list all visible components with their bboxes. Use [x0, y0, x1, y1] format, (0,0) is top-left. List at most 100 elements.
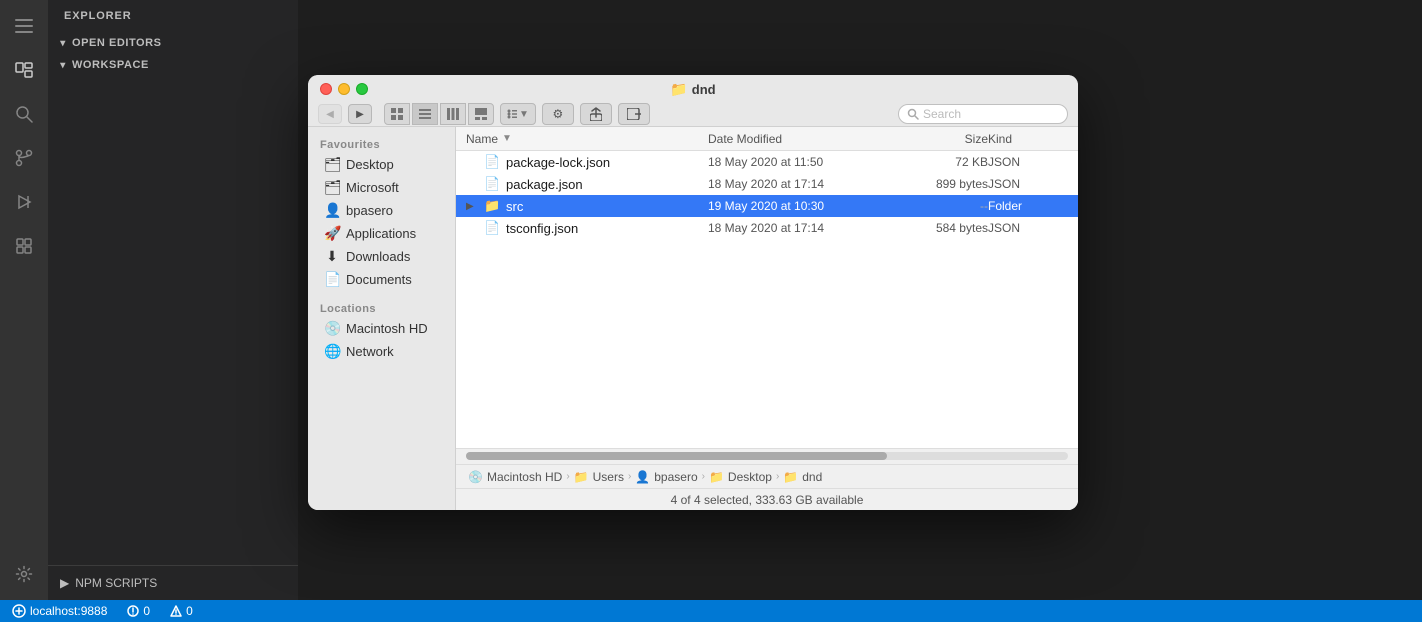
- file-row-src[interactable]: ▶ 📁 src 19 May 2020 at 10:30 -- Folder: [456, 195, 1078, 217]
- applications-icon: 🚀: [324, 225, 340, 242]
- icon-view-button[interactable]: [384, 103, 410, 125]
- sidebar-item-applications[interactable]: 🚀 Applications: [312, 222, 451, 245]
- path-item-users[interactable]: 📁 Users: [574, 470, 624, 484]
- sidebar-bottom: ▶ NPM SCRIPTS: [48, 565, 298, 600]
- sidebar: EXPLORER ▾ OPEN EDITORS ▾ WORKSPACE ▶ NP…: [48, 0, 298, 600]
- workspace-chevron: ▾: [56, 58, 70, 72]
- finder-window: 📁 dnd ◀ ▶: [308, 75, 1078, 510]
- file-kind-tsconfig: JSON: [988, 221, 1068, 235]
- column-header: Name ▼ Date Modified Size Kind: [456, 127, 1078, 151]
- path-sep-1: ›: [566, 471, 569, 482]
- path-item-dnd[interactable]: 📁 dnd: [783, 470, 822, 484]
- file-name-cell-tsconfig: 📄 tsconfig.json: [466, 220, 708, 236]
- statusbar-host-text: localhost:9888: [30, 604, 107, 618]
- path-item-macintosh-hd[interactable]: 💿 Macintosh HD: [468, 470, 562, 484]
- finder-search[interactable]: Search: [898, 104, 1068, 124]
- statusbar-host[interactable]: localhost:9888: [8, 604, 111, 618]
- sidebar-item-microsoft[interactable]: 🗂 Microsoft: [312, 176, 451, 199]
- file-size-package-json: 899 bytes: [888, 177, 988, 191]
- extensions-icon[interactable]: [6, 228, 42, 264]
- forward-button[interactable]: ▶: [348, 104, 372, 124]
- file-row-empty-6: [456, 349, 1078, 371]
- col-name-header[interactable]: Name ▼: [466, 132, 708, 146]
- statusbar-warnings[interactable]: 0: [166, 604, 197, 618]
- file-row-empty-7: [456, 371, 1078, 393]
- settings-icon[interactable]: [6, 556, 42, 592]
- col-kind-header[interactable]: Kind: [988, 132, 1068, 146]
- file-icon-package-json: 📄: [484, 176, 500, 192]
- statusbar-errors[interactable]: 0: [123, 604, 154, 618]
- documents-icon: 📄: [324, 271, 340, 288]
- sidebar-item-downloads[interactable]: ⬇ Downloads: [312, 245, 451, 268]
- gallery-view-button[interactable]: [468, 103, 494, 125]
- file-name-cell-src: ▶ 📁 src: [466, 198, 708, 214]
- sidebar-item-network[interactable]: 🌐 Network: [312, 340, 451, 363]
- action-button[interactable]: ⚙: [542, 103, 574, 125]
- file-row-tsconfig[interactable]: 📄 tsconfig.json 18 May 2020 at 17:14 584…: [456, 217, 1078, 239]
- file-kind-package-lock: JSON: [988, 155, 1068, 169]
- desktop-label: Desktop: [346, 157, 394, 172]
- back-button[interactable]: ◀: [318, 104, 342, 124]
- file-modified-package-json: 18 May 2020 at 17:14: [708, 177, 888, 191]
- file-modified-tsconfig: 18 May 2020 at 17:14: [708, 221, 888, 235]
- file-row-package-lock[interactable]: 📄 package-lock.json 18 May 2020 at 11:50…: [456, 151, 1078, 173]
- sort-arrow: ▼: [502, 133, 512, 144]
- file-icon-src: 📁: [484, 198, 500, 214]
- statusbar-left: localhost:9888 0 0: [8, 604, 197, 618]
- file-row-package-json[interactable]: 📄 package.json 18 May 2020 at 17:14 899 …: [456, 173, 1078, 195]
- network-label: Network: [346, 344, 394, 359]
- microsoft-icon: 🗂: [324, 179, 340, 196]
- warning-icon: [170, 605, 182, 617]
- file-modified-src: 19 May 2020 at 10:30: [708, 199, 888, 213]
- path-item-bpasero[interactable]: 👤 bpasero: [635, 470, 697, 484]
- scrollbar-area: [456, 448, 1078, 464]
- close-button[interactable]: [320, 83, 332, 95]
- finder-filelist: Name ▼ Date Modified Size Kind: [456, 127, 1078, 510]
- scrollbar-thumb[interactable]: [466, 452, 887, 460]
- sidebar-item-macintosh-hd[interactable]: 💿 Macintosh HD: [312, 317, 451, 340]
- bpasero-label: bpasero: [346, 203, 393, 218]
- open-editors-header[interactable]: ▾ OPEN EDITORS: [48, 32, 298, 54]
- finder-statusbar: 4 of 4 selected, 333.63 GB available: [456, 488, 1078, 510]
- favourites-label: Favourites: [308, 135, 455, 153]
- downloads-icon: ⬇: [324, 248, 340, 265]
- path-sep-3: ›: [702, 471, 705, 482]
- remote-icon: [12, 604, 26, 618]
- path-icon-dnd: 📁: [783, 470, 798, 484]
- path-item-desktop[interactable]: 📁 Desktop: [709, 470, 772, 484]
- list-view-button[interactable]: [412, 103, 438, 125]
- path-icon-users: 📁: [574, 470, 589, 484]
- sidebar-item-documents[interactable]: 📄 Documents: [312, 268, 451, 291]
- file-size-src: --: [888, 199, 988, 213]
- open-editors-section: ▾ OPEN EDITORS: [48, 32, 298, 54]
- sidebar-item-bpasero[interactable]: 👤 bpasero: [312, 199, 451, 222]
- run-icon[interactable]: [6, 184, 42, 220]
- search-icon[interactable]: [6, 96, 42, 132]
- file-disclosure-src[interactable]: ▶: [466, 201, 478, 212]
- workspace-header[interactable]: ▾ WORKSPACE: [48, 54, 298, 76]
- minimize-button[interactable]: [338, 83, 350, 95]
- explorer-icon[interactable]: [6, 52, 42, 88]
- share-button[interactable]: [580, 103, 612, 125]
- npm-scripts-section[interactable]: ▶ NPM SCRIPTS: [56, 574, 290, 592]
- sidebar-item-desktop[interactable]: 🗂 Desktop: [312, 153, 451, 176]
- col-name-label: Name: [466, 132, 498, 146]
- maximize-button[interactable]: [356, 83, 368, 95]
- path-label-macintosh-hd: Macintosh HD: [487, 470, 562, 484]
- col-modified-header[interactable]: Date Modified: [708, 132, 888, 146]
- path-icon-desktop: 📁: [709, 470, 724, 484]
- path-sep-2: ›: [628, 471, 631, 482]
- tag-button[interactable]: [618, 103, 650, 125]
- macintosh-hd-label: Macintosh HD: [346, 321, 428, 336]
- menu-icon[interactable]: [6, 8, 42, 44]
- npm-scripts-label: NPM SCRIPTS: [75, 576, 157, 590]
- source-control-icon[interactable]: [6, 140, 42, 176]
- col-size-header[interactable]: Size: [888, 132, 988, 146]
- view-options-select[interactable]: ▼: [500, 103, 536, 125]
- scrollbar-track: [466, 452, 1068, 460]
- column-view-button[interactable]: [440, 103, 466, 125]
- finder-title-text: dnd: [692, 82, 716, 97]
- file-row-empty-4: [456, 305, 1078, 327]
- workspace-label: WORKSPACE: [72, 59, 149, 71]
- statusbar-errors-count: 0: [143, 604, 150, 618]
